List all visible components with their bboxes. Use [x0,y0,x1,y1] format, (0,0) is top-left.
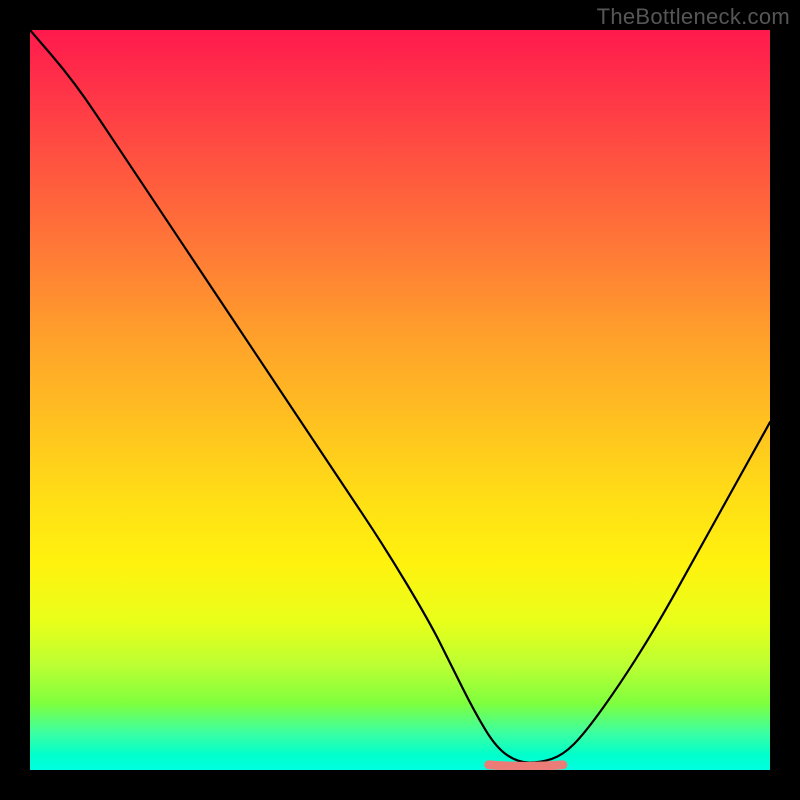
optimal-range-marker [489,765,563,767]
curve-layer [30,30,770,770]
watermark-text: TheBottleneck.com [597,4,790,30]
plot-area [30,30,770,770]
chart-frame: TheBottleneck.com [0,0,800,800]
bottleneck-curve [30,30,770,763]
